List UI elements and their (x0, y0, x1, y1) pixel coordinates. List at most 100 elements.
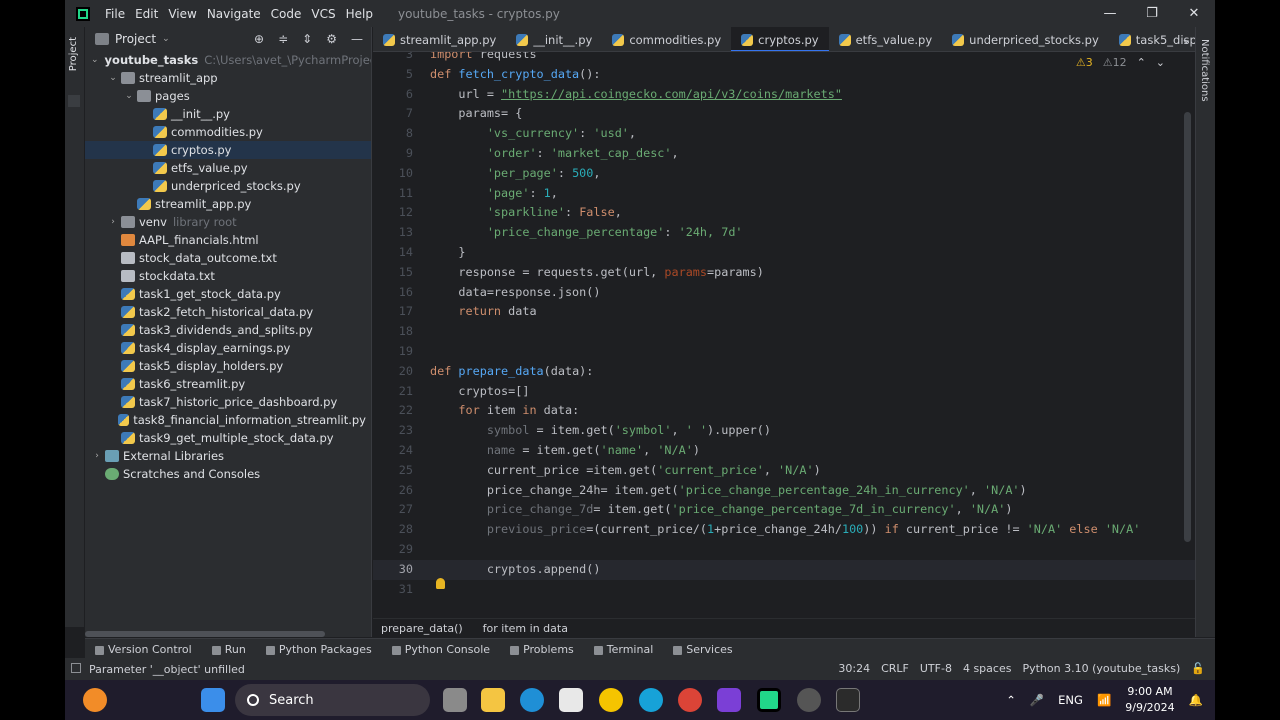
pycharm-taskbar-icon[interactable] (757, 688, 781, 712)
weather-widget-icon[interactable] (83, 688, 107, 712)
edge-browser-icon[interactable] (520, 688, 544, 712)
collapse-all-icon[interactable]: ⇕ (302, 32, 312, 46)
code-line[interactable]: 7 params= { (373, 104, 1195, 124)
tool-window-button[interactable]: Run (211, 643, 246, 656)
tool-window-button[interactable]: Python Console (391, 643, 490, 656)
code-line[interactable]: 11 'page': 1, (373, 184, 1195, 204)
tree-item[interactable]: AAPL_financials.html (85, 231, 371, 249)
code-line[interactable]: 29 (373, 540, 1195, 560)
breadcrumb-item[interactable]: for item in data (483, 622, 568, 635)
tool-window-button[interactable]: Version Control (95, 643, 192, 656)
pycharm-logo-icon[interactable] (76, 6, 90, 21)
file-encoding[interactable]: UTF-8 (920, 658, 952, 680)
tree-item[interactable]: ⌄ pages (85, 87, 371, 105)
code-line[interactable]: 20 def prepare_data(data): (373, 362, 1195, 382)
tree-item[interactable]: stock_data_outcome.txt (85, 249, 371, 267)
app-icon[interactable] (717, 688, 741, 712)
file-explorer-icon[interactable] (481, 688, 505, 712)
task-view-icon[interactable] (443, 688, 467, 712)
notification-bell-icon[interactable]: 🔔 (1189, 693, 1203, 707)
code-line[interactable]: 12 'sparkline': False, (373, 203, 1195, 223)
terminal-icon[interactable] (836, 688, 860, 712)
close-icon[interactable]: ✕ (1173, 0, 1215, 27)
code-line[interactable]: 19 (373, 342, 1195, 362)
tree-item[interactable]: task6_streamlit.py (85, 375, 371, 393)
chevron-down-icon[interactable]: ⌄ (1156, 56, 1165, 69)
taskbar-search[interactable]: Search (235, 684, 430, 716)
code-line[interactable]: 8 'vs_currency': 'usd', (373, 124, 1195, 144)
code-line[interactable]: 31 (373, 580, 1195, 600)
tree-item[interactable]: __init__.py (85, 105, 371, 123)
tree-arrow-icon[interactable]: ⌄ (91, 55, 99, 65)
tree-item[interactable]: › External Libraries (85, 447, 371, 465)
code-line[interactable]: 13 'price_change_percentage': '24h, 7d' (373, 223, 1195, 243)
tree-item[interactable]: ⌄ streamlit_app (85, 69, 371, 87)
hide-icon[interactable]: — (351, 32, 363, 46)
chevron-up-icon[interactable]: ⌃ (1137, 56, 1146, 69)
lightbulb-icon[interactable] (436, 578, 445, 589)
code-line[interactable]: 14 } (373, 243, 1195, 263)
editor-tab[interactable]: etfs_value.py (829, 27, 943, 51)
caret-position[interactable]: 30:24 (838, 658, 870, 680)
line-separator[interactable]: CRLF (881, 658, 909, 680)
tree-item[interactable]: cryptos.py (85, 141, 371, 159)
notifications-button[interactable]: Notifications (1199, 39, 1210, 102)
chrome-icon[interactable] (678, 688, 702, 712)
menu-item-file[interactable]: File (100, 7, 130, 21)
tree-item[interactable]: task1_get_stock_data.py (85, 285, 371, 303)
tree-arrow-icon[interactable]: ⌄ (123, 91, 135, 101)
restore-icon[interactable]: ❐ (1131, 0, 1173, 27)
menu-item-navigate[interactable]: Navigate (202, 7, 266, 21)
tree-item[interactable]: task8_financial_information_streamlit.py (85, 411, 371, 429)
project-title[interactable]: Project (115, 32, 156, 46)
tool-window-button[interactable]: Problems (510, 643, 574, 656)
language-indicator[interactable]: ENG (1058, 693, 1083, 707)
code-line[interactable]: 22 for item in data: (373, 401, 1195, 421)
python-interpreter[interactable]: Python 3.10 (youtube_tasks) (1022, 658, 1180, 680)
code-line[interactable]: 3 import requests (373, 52, 1195, 65)
tool-window-button[interactable]: Services (673, 643, 733, 656)
menu-item-edit[interactable]: Edit (130, 7, 163, 21)
code-line[interactable]: 10 'per_page': 500, (373, 164, 1195, 184)
code-line[interactable]: 17 return data (373, 302, 1195, 322)
code-line[interactable]: 15 response = requests.get(url, params=p… (373, 263, 1195, 283)
code-line[interactable]: 18 (373, 322, 1195, 342)
tree-item[interactable]: Scratches and Consoles (85, 465, 371, 483)
code-line[interactable]: 24 name = item.get('name', 'N/A') (373, 441, 1195, 461)
tree-item[interactable]: task9_get_multiple_stock_data.py (85, 429, 371, 447)
wifi-icon[interactable]: 📶 (1097, 693, 1111, 707)
code-line[interactable]: 9 'order': 'market_cap_desc', (373, 144, 1195, 164)
cortana-icon[interactable] (639, 688, 663, 712)
editor-tab[interactable]: streamlit_app.py (373, 27, 506, 51)
tree-arrow-icon[interactable]: ⌄ (107, 73, 119, 83)
code-line[interactable]: 6 url = "https://api.coingecko.com/api/v… (373, 85, 1195, 105)
tree-arrow-icon[interactable]: › (107, 217, 119, 227)
menu-item-code[interactable]: Code (266, 7, 307, 21)
structure-icon[interactable] (68, 95, 80, 107)
horizontal-scrollbar[interactable] (85, 631, 325, 637)
tree-item[interactable]: task5_display_holders.py (85, 357, 371, 375)
project-tool-button[interactable]: Project (68, 37, 79, 71)
code-editor[interactable]: 3 import requests 5 def fetch_crypto_data()… (373, 52, 1195, 618)
minimize-icon[interactable]: — (1089, 0, 1131, 27)
breadcrumb-item[interactable]: prepare_data() (381, 622, 463, 635)
menu-item-vcs[interactable]: VCS (306, 7, 340, 21)
lock-icon[interactable]: 🔓 (1191, 658, 1205, 680)
tree-item[interactable]: etfs_value.py (85, 159, 371, 177)
menu-item-help[interactable]: Help (341, 7, 378, 21)
code-line[interactable]: 27 price_change_7d= item.get('price_chan… (373, 500, 1195, 520)
warnings-count[interactable]: ⚠3 (1076, 56, 1093, 69)
code-line[interactable]: 16 data=response.json() (373, 283, 1195, 303)
editor-tab[interactable]: __init__.py (506, 27, 602, 51)
editor-tab[interactable]: cryptos.py (731, 27, 830, 51)
tree-arrow-icon[interactable]: › (91, 451, 103, 461)
code-line[interactable]: 23 symbol = item.get('symbol', ' ').uppe… (373, 421, 1195, 441)
windows-start-icon[interactable] (201, 688, 225, 712)
menu-item-view[interactable]: View (163, 7, 201, 21)
chatgpt-icon[interactable] (797, 688, 821, 712)
tree-item[interactable]: ⌄ youtube_tasks C:\Users\avet_\PycharmProj… (85, 51, 371, 69)
microphone-icon[interactable]: 🎤 (1030, 693, 1044, 707)
tool-window-button[interactable]: Terminal (593, 643, 653, 656)
vertical-scrollbar[interactable] (1184, 112, 1191, 542)
norton-icon[interactable] (599, 688, 623, 712)
